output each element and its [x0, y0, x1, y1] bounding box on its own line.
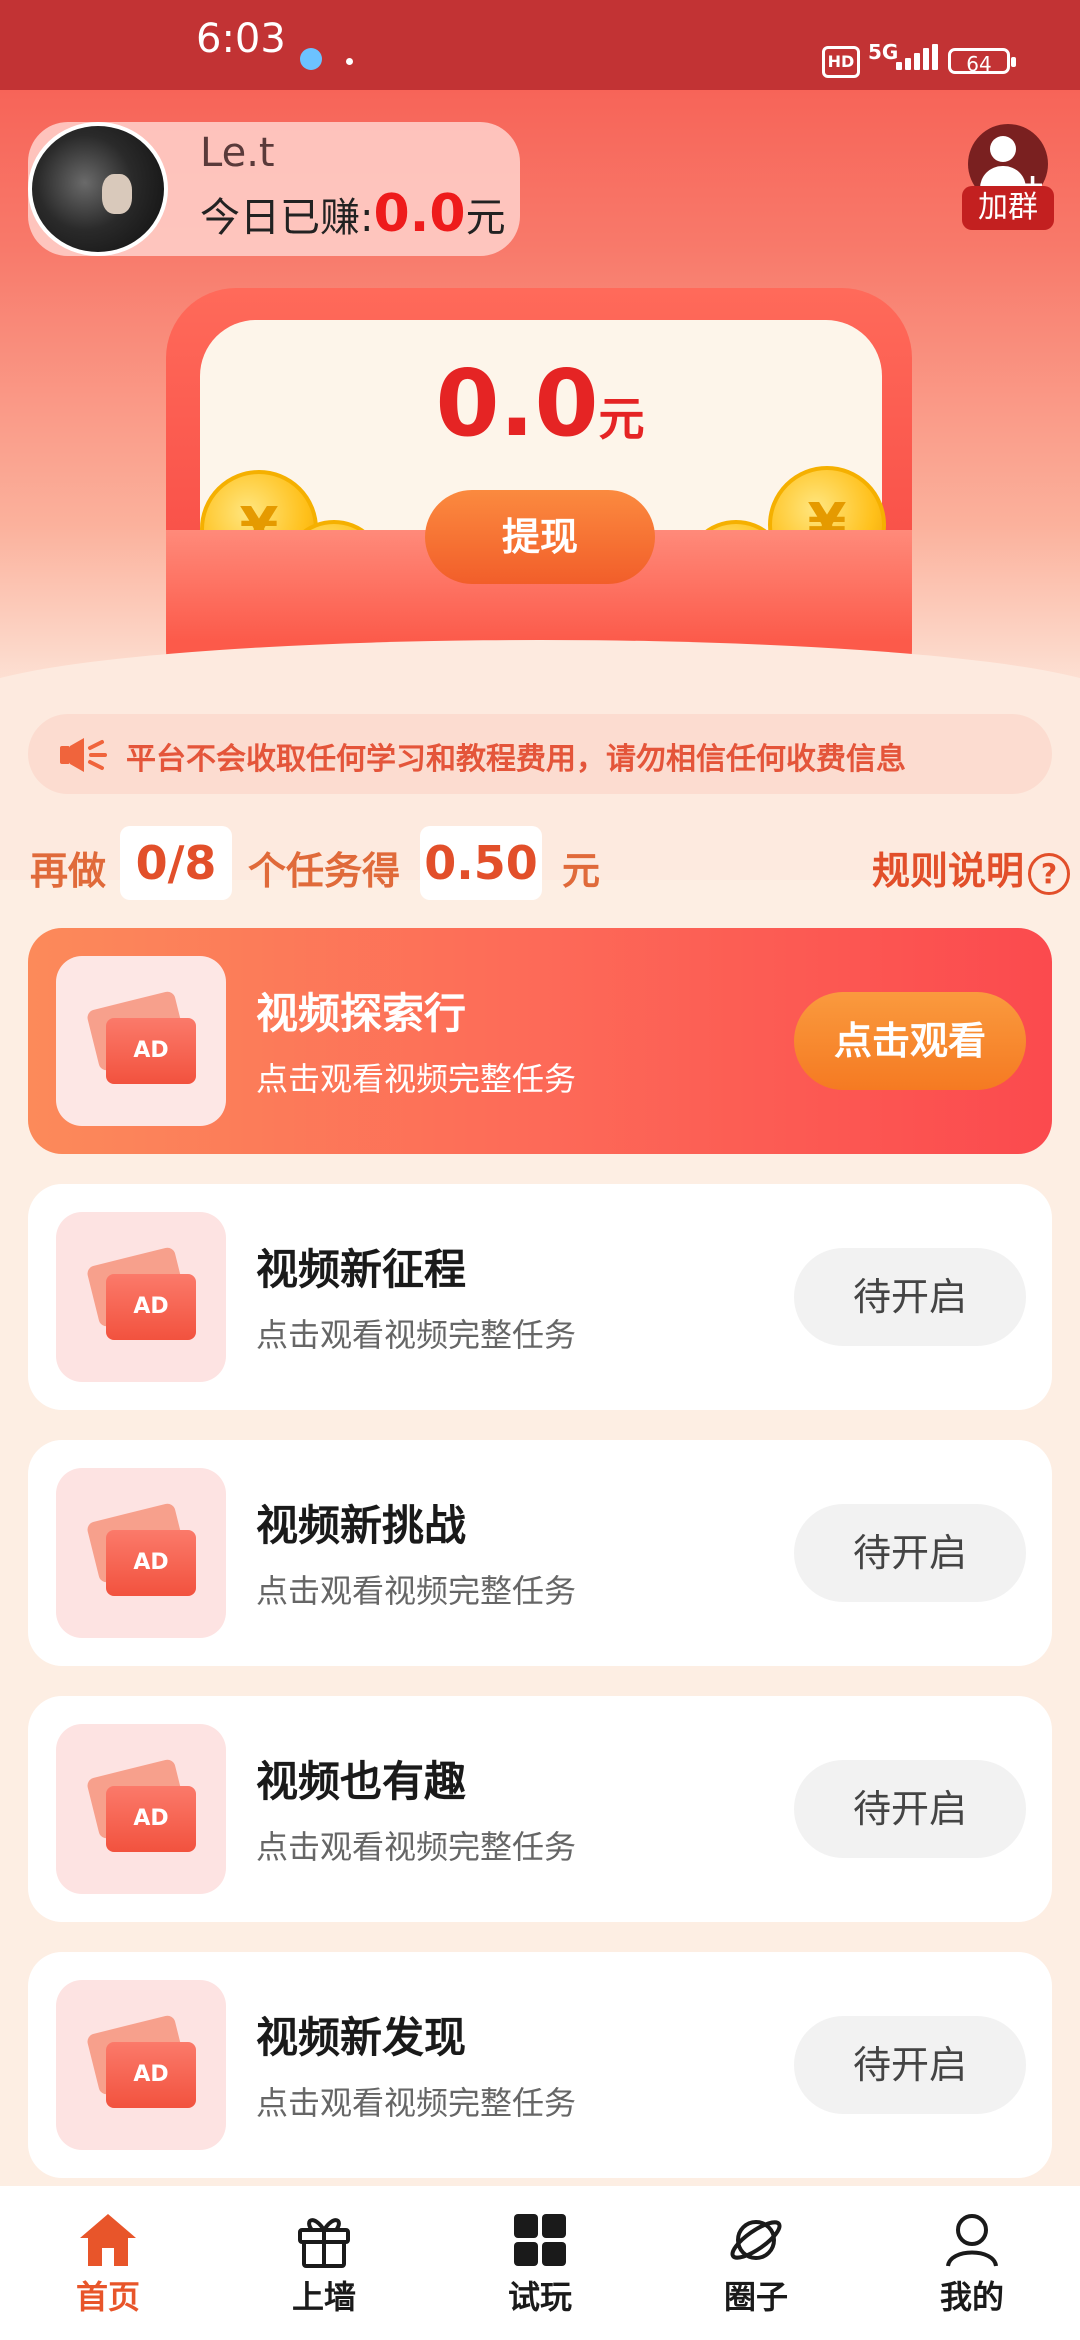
speaker-icon	[60, 738, 107, 772]
watch-button[interactable]: 点击观看	[794, 992, 1026, 1090]
task-subtitle: 点击观看视频完整任务	[256, 2084, 577, 2122]
notice-bar: 平台不会收取任何学习和教程费用，请勿相信任何收费信息	[28, 714, 1052, 794]
ad-icon: AD	[106, 1274, 196, 1340]
today-earned-unit: 元	[465, 195, 506, 241]
ad-thumbnail: AD	[56, 1724, 226, 1894]
tab-label: 试玩	[507, 2278, 572, 2316]
planet-icon	[730, 2220, 782, 2260]
task-card[interactable]: AD 视频也有趣 点击观看视频完整任务 待开启	[28, 1696, 1052, 1922]
task-card[interactable]: AD 视频探索行 点击观看视频完整任务 点击观看	[28, 928, 1052, 1154]
tab-wall[interactable]: 上墙	[216, 2186, 432, 2340]
status-time: 6:03	[196, 16, 286, 62]
task-subtitle: 点击观看视频完整任务	[256, 1572, 577, 1610]
join-group-button[interactable]: + 加群	[962, 124, 1054, 232]
ad-thumbnail: AD	[56, 1212, 226, 1382]
home-icon	[80, 2214, 136, 2266]
ad-icon: AD	[106, 1530, 196, 1596]
balance-display: 0.0元	[0, 350, 1080, 457]
task-title: 视频探索行	[256, 989, 467, 1038]
task-title: 视频新征程	[256, 1245, 467, 1294]
task-title: 视频也有趣	[256, 1757, 467, 1806]
progress-prefix: 再做	[30, 849, 107, 893]
task-progress: 再做 0/8 个任务得 0.50 元 规则说明?	[30, 826, 1071, 900]
notice-text: 平台不会收取任何学习和教程费用，请勿相信任何收费信息	[126, 742, 906, 777]
tab-home[interactable]: 首页	[0, 2186, 216, 2340]
status-bar: 6:03 HD 5G 64	[0, 0, 1080, 90]
tab-mine[interactable]: 我的	[864, 2186, 1080, 2340]
ad-thumbnail: AD	[56, 956, 226, 1126]
balance-value: 0.0	[435, 350, 599, 457]
task-card[interactable]: AD 视频新征程 点击观看视频完整任务 待开启	[28, 1184, 1052, 1410]
tab-trial[interactable]: 试玩	[432, 2186, 648, 2340]
task-subtitle: 点击观看视频完整任务	[256, 1316, 577, 1354]
pending-button[interactable]: 待开启	[794, 1760, 1026, 1858]
ad-thumbnail: AD	[56, 1980, 226, 2150]
today-earned: 今日已赚:0.0元	[200, 184, 506, 244]
ad-icon: AD	[106, 1786, 196, 1852]
battery-icon: 64	[948, 48, 1016, 76]
task-subtitle: 点击观看视频完整任务	[256, 1828, 577, 1866]
gift-icon	[298, 2218, 350, 2268]
avatar[interactable]	[28, 122, 168, 256]
withdraw-button[interactable]: 提现	[425, 490, 655, 584]
pending-button[interactable]: 待开启	[794, 2016, 1026, 2114]
pending-button[interactable]: 待开启	[794, 1504, 1026, 1602]
pending-button[interactable]: 待开启	[794, 1248, 1026, 1346]
hd-icon: HD	[822, 46, 860, 78]
task-title: 视频新挑战	[256, 1501, 467, 1550]
progress-reward: 0.50	[420, 826, 542, 900]
tab-label: 首页	[75, 2278, 140, 2316]
user-card[interactable]: Le.t 今日已赚:0.0元	[28, 122, 520, 256]
today-earned-value: 0.0	[373, 184, 466, 244]
progress-count: 0/8	[120, 826, 232, 900]
user-name: Le.t	[200, 130, 275, 176]
balance-unit: 元	[598, 392, 645, 446]
ad-icon: AD	[106, 2042, 196, 2108]
tab-label: 我的	[939, 2278, 1004, 2316]
today-earned-label: 今日已赚:	[200, 195, 374, 241]
ad-icon: AD	[106, 1018, 196, 1084]
task-card[interactable]: AD 视频新发现 点击观看视频完整任务 待开启	[28, 1952, 1052, 2178]
ad-thumbnail: AD	[56, 1468, 226, 1638]
task-subtitle: 点击观看视频完整任务	[256, 1060, 577, 1098]
progress-suffix: 元	[562, 849, 601, 893]
tab-label: 圈子	[723, 2278, 788, 2316]
tab-circle[interactable]: 圈子	[648, 2186, 864, 2340]
notification-app-icon	[300, 48, 322, 70]
bottom-tab-bar: 首页 上墙 试玩 圈子 我的	[0, 2186, 1080, 2340]
help-icon: ?	[1028, 852, 1071, 895]
join-group-label: 加群	[962, 186, 1054, 230]
tab-label: 上墙	[291, 2278, 356, 2316]
rules-link[interactable]: 规则说明?	[872, 840, 1071, 895]
task-card[interactable]: AD 视频新挑战 点击观看视频完整任务 待开启	[28, 1440, 1052, 1666]
task-title: 视频新发现	[256, 2013, 467, 2062]
network-type: 5G	[868, 40, 899, 64]
rules-label: 规则说明	[872, 849, 1025, 893]
notification-dot-icon	[346, 58, 353, 65]
progress-middle: 个任务得	[248, 849, 401, 893]
user-icon	[946, 2214, 998, 2267]
grid-icon	[514, 2214, 566, 2266]
